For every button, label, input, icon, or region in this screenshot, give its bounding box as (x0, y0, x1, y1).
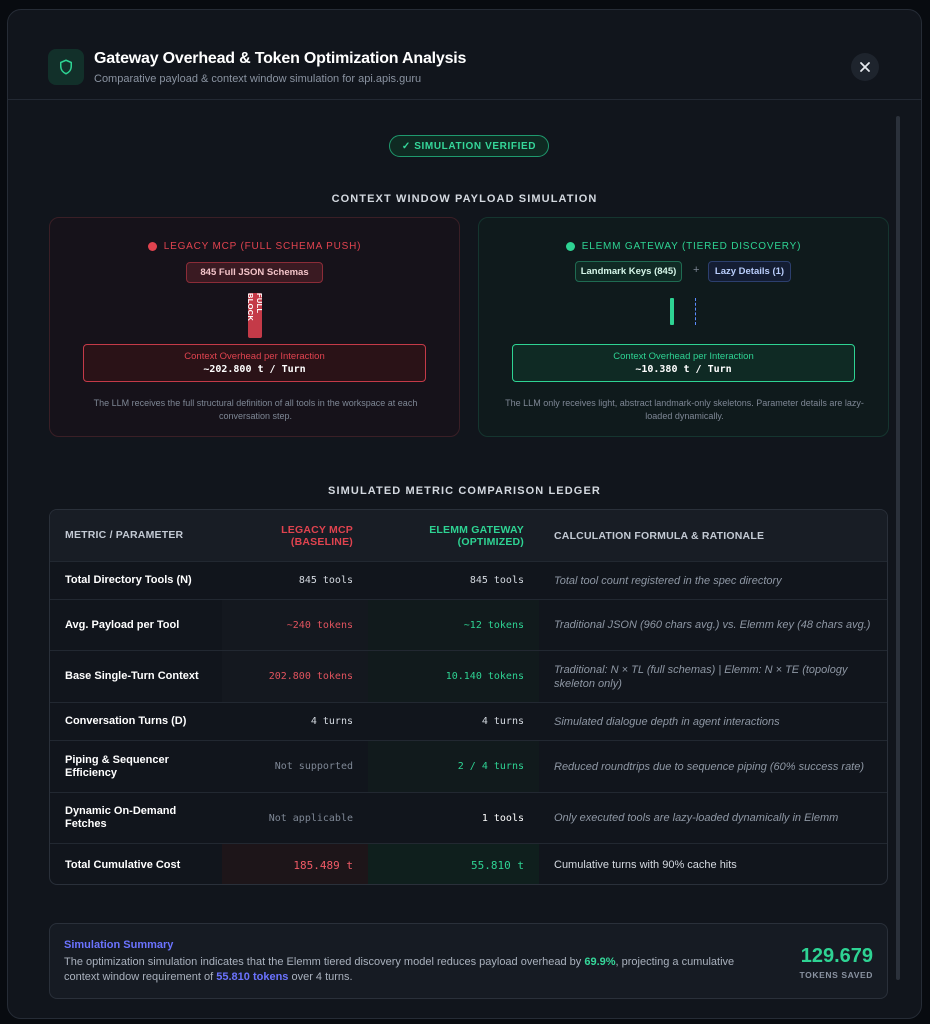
ledger-heading: SIMULATED METRIC COMPARISON LEDGER (328, 485, 601, 497)
row-formula: Traditional: N × TL (full schemas) | Ele… (554, 663, 848, 690)
landmark-keys-chip: Landmark Keys (845) (575, 261, 682, 282)
row-metric: Dynamic On-Demand Fetches (65, 805, 177, 830)
close-button[interactable] (851, 53, 879, 81)
elemm-overhead-label: Context Overhead per Interaction (613, 351, 754, 362)
row-metric: Piping & Sequencer Efficiency (65, 753, 169, 779)
landmark-flow-bar (670, 298, 674, 325)
elemm-overhead-value: ~10.380 t / Turn (635, 364, 732, 375)
elemm-status-dot (565, 242, 575, 251)
row-legacy-value: 845 tools (298, 575, 353, 586)
row-elemm-value: 1 tools (481, 812, 524, 824)
legacy-overhead-box: Context Overhead per Interaction ~202.80… (83, 344, 426, 382)
elemm-panel-title: ELEMM GATEWAY (TIERED DISCOVERY) (581, 241, 802, 252)
full-block-bar: FULL BLOCK (246, 293, 264, 338)
row-legacy-value: 202.800 tokens (222, 651, 368, 702)
legacy-overhead-value: ~202.800 t / Turn (203, 364, 306, 375)
column-header-elemm-line2: (OPTIMIZED) (457, 535, 524, 548)
summary-tokens: 55.810 tokens (216, 971, 289, 983)
row-legacy-value: Not supported (274, 761, 353, 772)
row-metric: Base Single-Turn Context (65, 670, 199, 682)
row-elemm-value: 845 tools (469, 575, 524, 586)
analysis-modal: Gateway Overhead & Token Optimization An… (7, 9, 922, 1019)
simulation-verified-badge: ✓ SIMULATION VERIFIED (389, 135, 549, 157)
plus-sign: + (693, 264, 700, 276)
row-metric: Total Directory Tools (N) (65, 574, 192, 586)
row-metric: Conversation Turns (D) (65, 715, 187, 727)
summary-percent: 69.9% (584, 956, 616, 968)
scrollbar[interactable] (896, 116, 900, 980)
row-elemm-value: 2 / 4 turns (368, 741, 539, 792)
row-formula: Total tool count registered in the spec … (554, 574, 782, 587)
row-formula: Reduced roundtrips due to sequence pipin… (554, 760, 865, 773)
full-block-label: FULL BLOCK (246, 293, 264, 322)
row-metric: Total Cumulative Cost (65, 858, 181, 871)
table-row-total: Total Cumulative Cost 185.489 t 55.810 t… (50, 844, 887, 884)
column-header-elemm-line1: ELEMM GATEWAY (429, 523, 524, 536)
row-legacy-value: Not applicable (268, 812, 353, 824)
summary-text-part3: over 4 turns. (288, 971, 353, 983)
table-header-row: METRIC / PARAMETER LEGACY MCP (BASELINE)… (50, 510, 887, 562)
table-row: Total Directory Tools (N) 845 tools 845 … (50, 562, 887, 600)
row-elemm-value: 55.810 t (368, 844, 539, 884)
table-row: Dynamic On-Demand Fetches Not applicable… (50, 793, 887, 844)
row-elemm-value: 4 turns (481, 716, 524, 727)
simulation-summary: Simulation Summary The optimization simu… (49, 923, 888, 999)
summary-text: The optimization simulation indicates th… (64, 955, 764, 985)
column-header-legacy: LEGACY MCP (BASELINE) (222, 510, 368, 561)
row-formula: Only executed tools are lazy-loaded dyna… (554, 812, 839, 824)
close-icon (860, 62, 870, 72)
row-elemm-value: 10.140 tokens (368, 651, 539, 702)
tokens-saved-label: TOKENS SAVED (799, 970, 873, 980)
tokens-saved-value: 129.679 (800, 945, 873, 967)
table-row: Base Single-Turn Context 202.800 tokens … (50, 651, 887, 703)
row-formula: Simulated dialogue depth in agent intera… (554, 715, 780, 728)
elemm-overhead-box: Context Overhead per Interaction ~10.380… (512, 344, 855, 382)
column-header-formula: CALCULATION FORMULA & RATIONALE (554, 529, 765, 542)
column-header-legacy-line1: LEGACY MCP (281, 523, 353, 536)
lazy-flow-line (695, 298, 696, 325)
row-formula: Cumulative turns with 90% cache hits (554, 859, 737, 871)
legacy-panel: LEGACY MCP (FULL SCHEMA PUSH) 845 Full J… (49, 217, 460, 437)
row-metric: Avg. Payload per Tool (65, 618, 180, 631)
table-row: Conversation Turns (D) 4 turns 4 turns S… (50, 703, 887, 741)
table-row: Piping & Sequencer Efficiency Not suppor… (50, 741, 887, 793)
modal-subtitle: Comparative payload & context window sim… (94, 73, 422, 85)
table-row: Avg. Payload per Tool ~240 tokens ~12 to… (50, 600, 887, 651)
simulation-heading: CONTEXT WINDOW PAYLOAD SIMULATION (331, 193, 598, 205)
legacy-description: The LLM receives the full structural def… (93, 398, 418, 421)
legacy-overhead-label: Context Overhead per Interaction (184, 351, 325, 362)
modal-title: Gateway Overhead & Token Optimization An… (94, 50, 467, 67)
row-elemm-value: ~12 tokens (368, 600, 539, 650)
summary-text-part1: The optimization simulation indicates th… (64, 956, 585, 968)
row-legacy-value: 4 turns (310, 716, 353, 727)
column-header-legacy-line2: (BASELINE) (290, 535, 353, 548)
column-header-metric: METRIC / PARAMETER (65, 529, 184, 541)
legacy-status-dot (147, 242, 157, 251)
elemm-panel-header: ELEMM GATEWAY (TIERED DISCOVERY) (479, 241, 888, 252)
row-legacy-value: 185.489 t (222, 844, 368, 884)
full-schemas-chip: 845 Full JSON Schemas (186, 262, 323, 283)
column-header-elemm: ELEMM GATEWAY (OPTIMIZED) (368, 510, 539, 561)
row-legacy-value: ~240 tokens (222, 600, 368, 650)
summary-title: Simulation Summary (64, 939, 174, 951)
legacy-panel-title: LEGACY MCP (FULL SCHEMA PUSH) (163, 241, 362, 252)
elemm-description: The LLM only receives light, abstract la… (505, 398, 864, 421)
lazy-details-chip: Lazy Details (1) (708, 261, 791, 282)
elemm-panel: ELEMM GATEWAY (TIERED DISCOVERY) Landmar… (478, 217, 889, 437)
modal-header: Gateway Overhead & Token Optimization An… (8, 10, 921, 100)
row-formula: Traditional JSON (960 chars avg.) vs. El… (554, 619, 871, 631)
legacy-panel-header: LEGACY MCP (FULL SCHEMA PUSH) (50, 241, 459, 252)
shield-icon (48, 49, 84, 85)
ledger-table: METRIC / PARAMETER LEGACY MCP (BASELINE)… (49, 509, 888, 885)
